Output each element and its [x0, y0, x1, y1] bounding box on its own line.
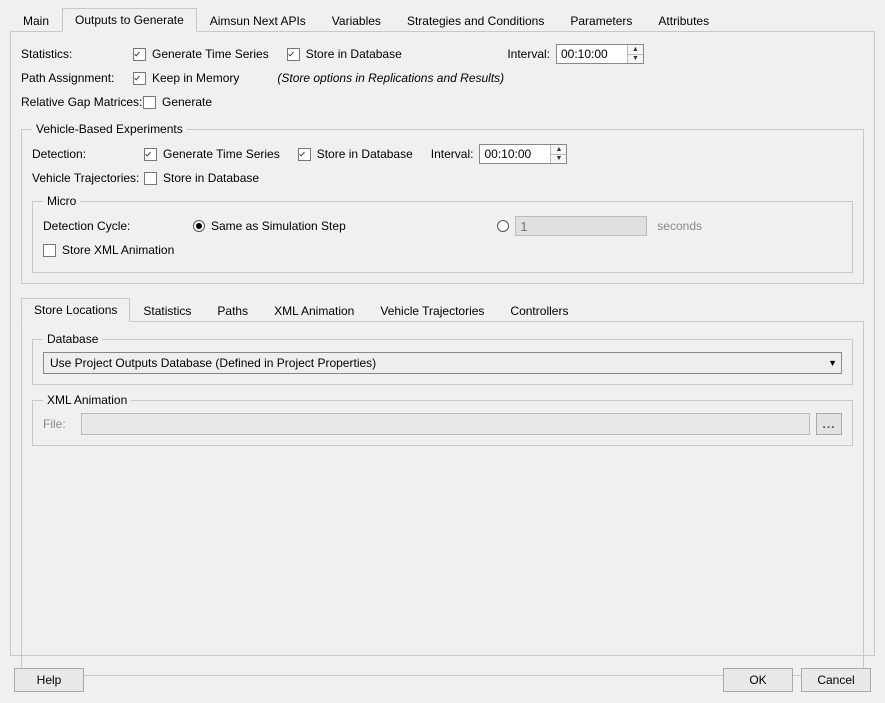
chevron-down-icon: ▼	[828, 358, 837, 368]
xml-animation-file-input	[81, 413, 810, 435]
tab-main[interactable]: Main	[10, 9, 62, 32]
tab-parameters[interactable]: Parameters	[557, 9, 645, 32]
store-locations-panel: Database Use Project Outputs Database (D…	[21, 322, 864, 676]
ok-button[interactable]: OK	[723, 668, 793, 692]
detection-interval-spinbox[interactable]: ▲ ▼	[479, 144, 567, 164]
tab-xml-animation[interactable]: XML Animation	[261, 299, 367, 322]
check-icon	[43, 244, 56, 257]
stats-interval-input[interactable]	[557, 45, 627, 63]
check-icon	[144, 172, 157, 185]
check-icon	[298, 148, 311, 161]
store-xml-animation-label: Store XML Animation	[62, 243, 174, 257]
cancel-button[interactable]: Cancel	[801, 668, 871, 692]
store-xml-animation-checkbox[interactable]: Store XML Animation	[43, 243, 174, 257]
xml-animation-group: XML Animation File: ...	[32, 393, 853, 446]
help-button[interactable]: Help	[14, 668, 84, 692]
path-assignment-label: Path Assignment:	[21, 71, 133, 85]
rel-gap-generate-checkbox[interactable]: Generate	[143, 95, 212, 109]
custom-seconds-input	[515, 216, 647, 236]
stats-gen-ts-label: Generate Time Series	[152, 47, 269, 61]
same-as-sim-step-label: Same as Simulation Step	[211, 219, 346, 233]
check-icon	[133, 48, 146, 61]
xml-animation-legend: XML Animation	[43, 393, 131, 407]
outputs-panel: Statistics: Generate Time Series Store i…	[10, 32, 875, 656]
detection-store-db-label: Store in Database	[317, 147, 413, 161]
tab-statistics-inner[interactable]: Statistics	[130, 299, 204, 322]
relative-gap-matrices-label: Relative Gap Matrices:	[21, 95, 143, 109]
keep-in-memory-checkbox[interactable]: Keep in Memory	[133, 71, 239, 85]
rel-gap-generate-label: Generate	[162, 95, 212, 109]
detection-cycle-label: Detection Cycle:	[43, 219, 193, 233]
path-assign-note: (Store options in Replications and Resul…	[277, 71, 504, 85]
tab-variables[interactable]: Variables	[319, 9, 394, 32]
tab-paths[interactable]: Paths	[204, 299, 261, 322]
tab-aimsun-next-apis[interactable]: Aimsun Next APIs	[197, 9, 319, 32]
seconds-label: seconds	[657, 219, 702, 233]
check-icon	[144, 148, 157, 161]
check-icon	[133, 72, 146, 85]
statistics-label: Statistics:	[21, 47, 133, 61]
stats-store-db-label: Store in Database	[306, 47, 402, 61]
vehicle-based-experiments-legend: Vehicle-Based Experiments	[32, 122, 187, 136]
stats-interval-spinbox[interactable]: ▲ ▼	[556, 44, 644, 64]
trajectories-store-in-database-checkbox[interactable]: Store in Database	[144, 171, 259, 185]
tab-controllers[interactable]: Controllers	[497, 299, 581, 322]
inner-tabstrip: Store Locations Statistics Paths XML Ani…	[21, 298, 864, 322]
stats-interval-down-button[interactable]: ▼	[628, 55, 643, 64]
detection-interval-down-button[interactable]: ▼	[551, 155, 566, 164]
database-legend: Database	[43, 332, 102, 346]
vehicle-based-experiments-group: Vehicle-Based Experiments Detection: Gen…	[21, 122, 864, 284]
detection-interval-label: Interval:	[431, 147, 474, 161]
stats-interval-label: Interval:	[507, 47, 550, 61]
detection-gen-ts-label: Generate Time Series	[163, 147, 280, 161]
keep-in-memory-label: Keep in Memory	[152, 71, 239, 85]
check-icon	[143, 96, 156, 109]
tab-outputs-to-generate[interactable]: Outputs to Generate	[62, 8, 197, 32]
tab-vehicle-trajectories[interactable]: Vehicle Trajectories	[367, 299, 497, 322]
detection-label: Detection:	[32, 147, 144, 161]
top-tabstrip: Main Outputs to Generate Aimsun Next API…	[10, 8, 875, 32]
detection-interval-up-button[interactable]: ▲	[551, 145, 566, 155]
check-icon	[287, 48, 300, 61]
stats-generate-time-series-checkbox[interactable]: Generate Time Series	[133, 47, 269, 61]
database-select[interactable]: Use Project Outputs Database (Defined in…	[43, 352, 842, 374]
browse-button[interactable]: ...	[816, 413, 842, 435]
tab-store-locations[interactable]: Store Locations	[21, 298, 130, 322]
trajectories-store-db-label: Store in Database	[163, 171, 259, 185]
stats-store-in-database-checkbox[interactable]: Store in Database	[287, 47, 402, 61]
custom-seconds-radio[interactable]	[497, 220, 509, 232]
vehicle-trajectories-label: Vehicle Trajectories:	[32, 171, 144, 185]
file-label: File:	[43, 417, 75, 431]
stats-interval-up-button[interactable]: ▲	[628, 45, 643, 55]
database-group: Database Use Project Outputs Database (D…	[32, 332, 853, 385]
micro-group: Micro Detection Cycle: Same as Simulatio…	[32, 194, 853, 273]
detection-generate-time-series-checkbox[interactable]: Generate Time Series	[144, 147, 280, 161]
same-as-sim-step-radio[interactable]	[193, 220, 205, 232]
tab-attributes[interactable]: Attributes	[645, 9, 722, 32]
database-select-value: Use Project Outputs Database (Defined in…	[50, 356, 376, 370]
micro-legend: Micro	[43, 194, 80, 208]
detection-interval-input[interactable]	[480, 145, 550, 163]
detection-store-in-database-checkbox[interactable]: Store in Database	[298, 147, 413, 161]
tab-strategies-and-conditions[interactable]: Strategies and Conditions	[394, 9, 557, 32]
